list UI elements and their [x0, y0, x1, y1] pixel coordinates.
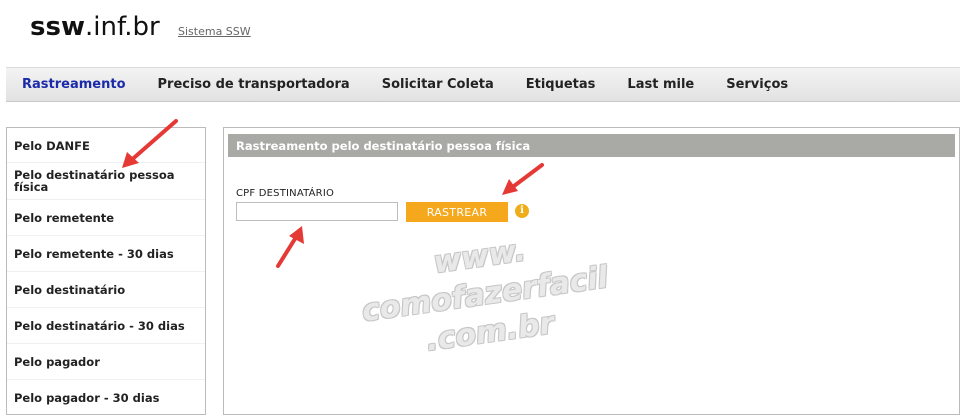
nav-preciso-de-transportadora[interactable]: Preciso de transportadora [158, 77, 350, 92]
site-logo[interactable]: ssw.inf.br [30, 12, 160, 42]
panel-title: Rastreamento pelo destinatário pessoa fí… [228, 134, 955, 157]
tracking-options-sidebar: Pelo DANFE Pelo destinatário pessoa físi… [6, 127, 206, 415]
nav-etiquetas[interactable]: Etiquetas [526, 77, 596, 92]
sidebar-item-remetente-30-dias[interactable]: Pelo remetente - 30 dias [7, 236, 205, 272]
tracking-panel: Rastreamento pelo destinatário pessoa fí… [223, 127, 960, 415]
sidebar-item-destinatario-pessoa-fisica[interactable]: Pelo destinatário pessoa física [7, 163, 205, 200]
sidebar-item-pagador[interactable]: Pelo pagador [7, 344, 205, 380]
nav-servicos[interactable]: Serviços [726, 77, 788, 92]
rastrear-button[interactable]: RASTREAR [406, 202, 508, 222]
sidebar-item-pagador-30-dias[interactable]: Pelo pagador - 30 dias [7, 380, 205, 414]
sistema-ssw-link[interactable]: Sistema SSW [178, 25, 251, 38]
nav-rastreamento[interactable]: Rastreamento [22, 77, 126, 92]
sidebar-item-destinatario[interactable]: Pelo destinatário [7, 272, 205, 308]
cpf-field-label: CPF DESTINATÁRIO [236, 188, 335, 199]
info-icon[interactable]: i [515, 204, 529, 218]
sidebar-item-danfe[interactable]: Pelo DANFE [7, 128, 205, 163]
cpf-input[interactable] [236, 202, 398, 221]
sidebar-item-remetente[interactable]: Pelo remetente [7, 200, 205, 236]
nav-solicitar-coleta[interactable]: Solicitar Coleta [382, 77, 494, 92]
sidebar-item-destinatario-30-dias[interactable]: Pelo destinatário - 30 dias [7, 308, 205, 344]
main-nav: Rastreamento Preciso de transportadora S… [6, 67, 960, 102]
nav-last-mile[interactable]: Last mile [627, 77, 694, 92]
